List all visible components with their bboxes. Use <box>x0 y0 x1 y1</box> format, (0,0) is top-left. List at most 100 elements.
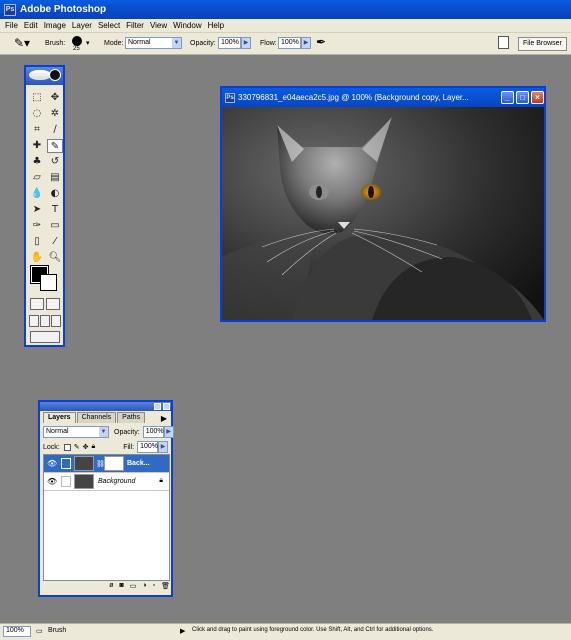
crop-tool-icon[interactable]: ⌗ <box>29 123 45 137</box>
palette-minimize-button[interactable] <box>154 403 161 410</box>
maximize-button[interactable]: □ <box>516 91 529 104</box>
layer-mask-thumbnail[interactable] <box>104 456 124 471</box>
tab-paths[interactable]: Paths <box>117 412 146 423</box>
brush-tool-preset-icon[interactable]: ✎▾ <box>14 36 30 50</box>
opacity-input[interactable]: 100% <box>218 37 241 49</box>
palette-well-icon[interactable] <box>498 36 509 49</box>
layer-thumbnail <box>74 456 94 471</box>
hand-tool-icon[interactable]: ✋ <box>29 251 45 265</box>
menu-image[interactable]: Image <box>41 21 69 30</box>
layer-mask-icon[interactable]: ◙ <box>120 582 124 593</box>
menu-window[interactable]: Window <box>170 21 204 30</box>
visibility-eye-icon[interactable]: 👁︎ <box>47 477 57 486</box>
eraser-tool-icon[interactable]: ▱ <box>29 171 45 185</box>
lock-all-icon[interactable]: 🔒︎ <box>91 443 95 451</box>
link-slot-icon[interactable] <box>61 476 71 487</box>
history-brush-tool-icon[interactable]: ↺ <box>47 155 63 169</box>
fill-arrow-icon[interactable]: ▶ <box>158 441 169 453</box>
zoom-level-input[interactable]: 100% <box>3 626 31 637</box>
brush-tool-icon[interactable]: ✎ <box>47 139 63 153</box>
brush-dropdown-arrow-icon[interactable]: ▾ <box>86 39 90 47</box>
document-titlebar[interactable]: Ps 330796831_e04aeca2c5.jpg @ 100% (Back… <box>222 88 544 107</box>
mode-dropdown[interactable]: Normal ▼ <box>125 37 182 49</box>
layer-opacity-value: 100% <box>145 428 164 435</box>
type-tool-icon[interactable]: T <box>47 203 63 217</box>
jump-to-imageready-button[interactable] <box>30 331 60 343</box>
layer-row-background[interactable]: 👁︎ Background 🔒︎ <box>44 473 169 491</box>
menu-file[interactable]: File <box>2 21 21 30</box>
quick-mask-mode-button[interactable] <box>46 298 60 310</box>
menu-filter[interactable]: Filter <box>123 21 147 30</box>
toolbox-header[interactable] <box>26 67 63 85</box>
adjustment-layer-icon[interactable]: ◑ <box>142 582 146 593</box>
full-screen-menu-mode-button[interactable] <box>40 315 50 327</box>
clone-stamp-tool-icon[interactable]: ♣ <box>29 155 45 169</box>
marquee-tool-icon[interactable]: ⬚ <box>29 91 45 105</box>
slice-tool-icon[interactable]: ∕ <box>47 123 63 137</box>
palette-titlebar[interactable] <box>40 402 171 411</box>
document-title: 330796831_e04aeca2c5.jpg @ 100% (Backgro… <box>238 93 469 102</box>
paintbrush-link-icon[interactable] <box>61 458 71 469</box>
menu-help[interactable]: Help <box>205 21 227 30</box>
lock-position-icon[interactable]: ✥ <box>83 443 89 451</box>
menu-bar: File Edit Image Layer Select Filter View… <box>0 19 571 33</box>
shape-tool-icon[interactable]: ▭ <box>47 219 63 233</box>
status-menu-arrow-icon[interactable]: ▶ <box>180 627 185 635</box>
notes-tool-icon[interactable]: ▯ <box>29 235 45 249</box>
new-layer-icon[interactable]: ▫ <box>153 582 155 593</box>
flow-slider-arrow-icon[interactable]: ▶ <box>301 37 311 49</box>
layer-opacity-arrow-icon[interactable]: ▶ <box>163 426 174 438</box>
palette-close-button[interactable] <box>163 403 170 410</box>
path-selection-tool-icon[interactable]: ➤ <box>29 203 45 217</box>
zoom-tool-icon[interactable]: 🔍︎ <box>47 251 63 265</box>
layer-row-background-copy[interactable]: 👁︎ ⛓ Back... <box>44 455 169 473</box>
adobe-online-button[interactable] <box>49 69 61 81</box>
tab-layers[interactable]: Layers <box>43 412 76 423</box>
menu-edit[interactable]: Edit <box>21 21 41 30</box>
menu-layer[interactable]: Layer <box>69 21 95 30</box>
layer-thumbnail <box>74 474 94 489</box>
options-bar: ✎▾ Brush: 25 ▾ Mode: Normal ▼ Opacity: 1… <box>0 33 571 55</box>
standard-mode-button[interactable] <box>30 298 44 310</box>
doc-info-icon[interactable]: ▭ <box>36 627 43 635</box>
image-canvas[interactable] <box>222 107 544 320</box>
chevron-down-icon: ▼ <box>172 38 181 48</box>
trash-icon[interactable]: 🗑︎ <box>161 582 170 593</box>
menu-select[interactable]: Select <box>95 21 123 30</box>
blend-mode-dropdown[interactable]: Normal ▼ <box>43 426 109 438</box>
pen-tool-icon[interactable]: ✑ <box>29 219 45 233</box>
lasso-tool-icon[interactable]: ◌ <box>29 107 45 121</box>
full-screen-mode-button[interactable] <box>51 315 61 327</box>
close-button[interactable]: × <box>531 91 544 104</box>
new-set-icon[interactable]: ▭ <box>130 582 137 593</box>
airbrush-icon[interactable]: ✒ <box>316 35 326 49</box>
fill-input[interactable]: 100% <box>137 441 159 453</box>
visibility-eye-icon[interactable]: 👁︎ <box>47 459 57 468</box>
flow-input[interactable]: 100% <box>278 37 301 49</box>
magic-wand-tool-icon[interactable]: ✲ <box>47 107 63 121</box>
chevron-down-icon: ▼ <box>99 427 108 437</box>
menu-view[interactable]: View <box>147 21 170 30</box>
minimize-button[interactable]: _ <box>501 91 514 104</box>
file-browser-button[interactable]: File Browser <box>518 37 567 51</box>
app-title: Adobe Photoshop <box>20 4 107 15</box>
move-tool-icon[interactable]: ✥ <box>47 91 63 105</box>
lock-transparency-checkbox[interactable] <box>63 443 71 451</box>
gradient-tool-icon[interactable]: ▤ <box>47 171 63 185</box>
dodge-tool-icon[interactable]: ◐ <box>47 187 63 201</box>
flow-label: Flow: <box>260 40 277 47</box>
layer-style-icon[interactable]: ø <box>109 582 113 593</box>
background-color-swatch[interactable] <box>40 274 57 291</box>
healing-brush-tool-icon[interactable]: ✚ <box>29 139 45 153</box>
palette-menu-arrow-icon[interactable]: ▶ <box>161 414 167 423</box>
lock-image-icon[interactable]: ✎ <box>74 443 80 451</box>
opacity-slider-arrow-icon[interactable]: ▶ <box>241 37 251 49</box>
brush-preview-icon[interactable] <box>72 36 82 46</box>
lock-fill-row: Lock: ✎ ✥ 🔒︎ Fill: 100% ▶ <box>43 441 169 453</box>
blur-tool-icon[interactable]: 💧 <box>29 187 45 201</box>
standard-screen-mode-button[interactable] <box>29 315 39 327</box>
tab-channels[interactable]: Channels <box>76 412 117 423</box>
status-bar: 100% ▭ Brush ▶ Click and drag to paint u… <box>0 623 571 640</box>
eyedropper-tool-icon[interactable]: ⁄ <box>47 235 63 249</box>
layer-opacity-input[interactable]: 100% <box>142 426 164 438</box>
